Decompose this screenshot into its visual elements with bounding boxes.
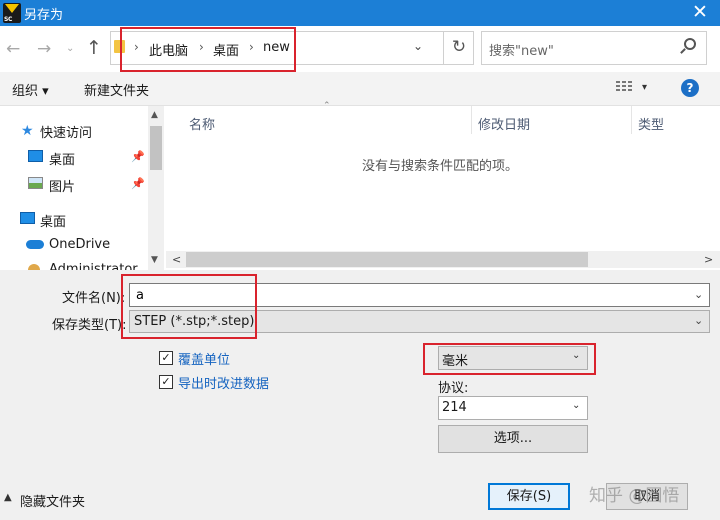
filename-dropdown-chevron-icon[interactable]: ⌄ (694, 288, 703, 301)
column-header-type[interactable]: 类型 (638, 114, 664, 133)
chevron-up-icon[interactable]: ▲ (4, 492, 12, 503)
tree-item-desktop-pinned[interactable]: 桌面 (49, 149, 75, 168)
help-icon[interactable]: ? (681, 79, 699, 97)
back-arrow-icon[interactable]: ← (6, 39, 20, 59)
horizontal-scrollbar-thumb[interactable] (186, 252, 588, 267)
tree-item-quick-access[interactable]: 快速访问 (40, 122, 92, 141)
desktop-icon (28, 150, 43, 162)
sort-ascending-icon: ⌃ (323, 101, 331, 111)
nav-scrollbar-thumb[interactable] (150, 126, 162, 170)
recent-locations-chevron-icon[interactable]: ⌄ (66, 43, 74, 54)
tree-item-onedrive[interactable]: OneDrive (49, 237, 110, 252)
search-placeholder: 搜索"new" (489, 44, 554, 59)
empty-message: 没有与搜索条件匹配的项。 (362, 159, 519, 174)
column-header-modified[interactable]: 修改日期 (478, 114, 530, 133)
title-bar (0, 0, 720, 26)
highlight-box-address (120, 27, 296, 72)
highlight-box-fields (121, 274, 257, 339)
column-divider[interactable] (471, 106, 472, 134)
pin-icon: 📌 (131, 150, 145, 163)
address-dropdown-chevron-icon[interactable]: ⌄ (413, 39, 423, 53)
filetype-label: 保存类型(T): (52, 318, 127, 333)
tree-clip: Administrator (0, 258, 148, 270)
hide-folders-button[interactable]: 隐藏文件夹 (20, 491, 85, 510)
file-list-pane (164, 106, 720, 270)
watermark: 知乎 @图悟 (589, 486, 680, 506)
organize-button[interactable]: 组织 ▾ (12, 80, 49, 99)
column-divider[interactable] (631, 106, 632, 134)
tree-item-administrator[interactable]: Administrator (49, 262, 138, 270)
export-improved-checkbox[interactable]: ✓ (159, 375, 173, 389)
overwrite-units-label[interactable]: 覆盖单位 (178, 349, 230, 368)
filetype-dropdown-chevron-icon[interactable]: ⌄ (694, 314, 703, 327)
refresh-icon[interactable]: ↻ (443, 31, 474, 65)
pin-icon: 📌 (131, 177, 145, 190)
tree-item-desktop[interactable]: 桌面 (40, 211, 66, 230)
new-folder-button[interactable]: 新建文件夹 (84, 80, 149, 99)
desktop-icon (20, 212, 35, 224)
forward-arrow-icon[interactable]: → (37, 39, 51, 59)
search-icon[interactable] (684, 38, 696, 50)
view-options-icon[interactable] (616, 81, 632, 95)
options-button[interactable]: 选项... (438, 425, 588, 453)
window-title: 另存为 (24, 8, 64, 23)
scroll-right-icon[interactable]: > (704, 253, 713, 266)
protocol-value: 214 (442, 400, 467, 415)
onedrive-cloud-icon (26, 240, 44, 249)
column-header-name[interactable]: 名称 (189, 114, 215, 133)
highlight-box-unit (423, 343, 596, 375)
close-icon[interactable]: ✕ (690, 1, 710, 23)
protocol-label: 协议: (438, 381, 469, 396)
save-button[interactable]: 保存(S) (488, 483, 570, 510)
view-dropdown-chevron-icon[interactable]: ▾ (642, 82, 647, 93)
pictures-icon (28, 177, 43, 189)
star-icon: ★ (21, 123, 34, 139)
filename-label: 文件名(N): (62, 291, 126, 306)
app-logo-icon: SC (3, 3, 21, 23)
up-arrow-icon[interactable]: ↑ (86, 37, 102, 59)
scroll-up-icon[interactable]: ▲ (151, 110, 158, 120)
tree-item-pictures[interactable]: 图片 (49, 176, 75, 195)
protocol-dropdown-chevron-icon[interactable]: ⌄ (572, 400, 580, 411)
scroll-down-icon[interactable]: ▼ (151, 255, 158, 265)
overwrite-units-checkbox[interactable]: ✓ (159, 351, 173, 365)
scroll-left-icon[interactable]: < (172, 253, 181, 266)
export-improved-label[interactable]: 导出时改进数据 (178, 373, 269, 392)
